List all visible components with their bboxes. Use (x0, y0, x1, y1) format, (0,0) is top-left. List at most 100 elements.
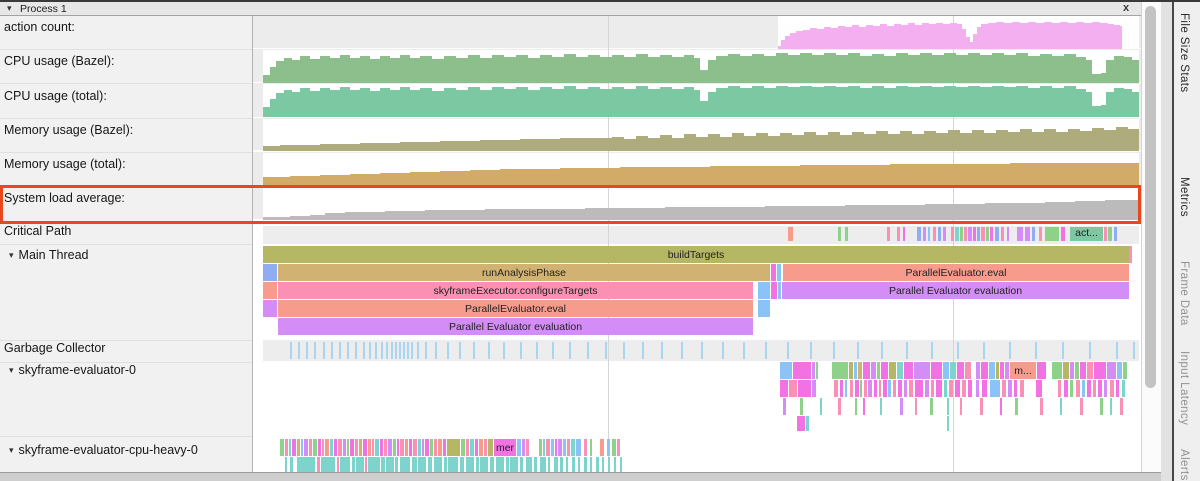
trace-slice[interactable] (780, 362, 792, 379)
trace-slice[interactable] (479, 439, 483, 456)
trace-slice[interactable] (996, 362, 999, 379)
trace-slice[interactable] (434, 457, 442, 472)
trace-slice[interactable] (806, 416, 809, 431)
trace-slice[interactable] (522, 439, 525, 456)
trace-slice[interactable] (546, 439, 550, 456)
trace-slice[interactable] (938, 227, 941, 241)
skyframe-evaluator-0-row-0[interactable]: m... (780, 362, 1127, 379)
trace-slice[interactable] (887, 227, 890, 241)
trace-slice[interactable] (356, 457, 364, 472)
trace-slice[interactable] (893, 380, 896, 397)
trace-slice[interactable] (395, 457, 398, 472)
vertical-scrollbar[interactable] (1141, 2, 1162, 472)
trace-slice[interactable] (343, 439, 346, 456)
trace-slice[interactable] (849, 362, 853, 379)
trace-slice[interactable] (418, 439, 421, 456)
trace-slice[interactable] (864, 380, 867, 397)
trace-slice[interactable] (1107, 362, 1116, 379)
trace-slice[interactable] (572, 457, 575, 472)
trace-slice[interactable] (400, 457, 410, 472)
trace-slice[interactable] (1007, 227, 1009, 241)
trace-slice[interactable] (466, 457, 474, 472)
trace-slice[interactable] (838, 227, 841, 241)
trace-slice[interactable] (1108, 227, 1112, 241)
main-thread-row-4[interactable]: Parallel Evaluator evaluation (278, 318, 753, 335)
trace-slice[interactable] (832, 362, 848, 379)
trace-slice[interactable] (812, 362, 815, 379)
trace-slice[interactable] (903, 227, 905, 241)
trace-slice[interactable] (888, 380, 891, 397)
trace-slice[interactable] (602, 457, 604, 472)
trace-slice[interactable] (868, 380, 872, 397)
trace-slice[interactable] (898, 380, 902, 397)
trace-slice[interactable] (1008, 380, 1012, 397)
trace-slice[interactable] (461, 439, 465, 456)
tab-alerts[interactable]: Alerts (1178, 449, 1190, 481)
trace-slice[interactable] (960, 227, 963, 241)
trace-slice[interactable] (855, 380, 859, 397)
trace-slice[interactable] (798, 380, 811, 397)
trace-slice[interactable] (386, 457, 394, 472)
trace-slice[interactable] (943, 362, 949, 379)
trace-slice[interactable] (949, 380, 953, 397)
trace-slice[interactable] (447, 439, 460, 456)
trace-slice[interactable] (368, 457, 380, 472)
trace-slice[interactable] (1070, 380, 1073, 397)
trace-slice[interactable] (881, 362, 888, 379)
trace-slice[interactable] (350, 439, 354, 456)
trace-slice[interactable] (566, 457, 568, 472)
trace-slice[interactable] (789, 380, 797, 397)
trace-slice[interactable] (923, 227, 926, 241)
trace-slice[interactable] (976, 380, 979, 397)
trace-slice[interactable] (526, 439, 529, 456)
trace-slice[interactable] (879, 380, 881, 397)
trace-slice[interactable] (430, 439, 433, 456)
trace-slice[interactable] (590, 439, 592, 456)
trace-slice[interactable] (607, 439, 610, 456)
trace-slice[interactable] (355, 439, 358, 456)
trace-slice[interactable] (1100, 398, 1103, 415)
trace-slice[interactable] (444, 457, 447, 472)
trace-slice[interactable] (845, 380, 847, 397)
trace-slice[interactable] (409, 439, 412, 456)
trace-slice[interactable] (292, 439, 296, 456)
trace-slice[interactable] (263, 264, 277, 281)
trace-slice[interactable] (280, 439, 284, 456)
trace-slice[interactable] (771, 264, 776, 281)
trace-slice[interactable] (914, 362, 930, 379)
trace-slice[interactable] (520, 457, 523, 472)
trace-slice[interactable] (860, 380, 862, 397)
trace-slice[interactable] (263, 300, 277, 317)
trace-slice[interactable] (425, 439, 429, 456)
trace-slice[interactable] (480, 457, 488, 472)
trace-slice[interactable] (368, 439, 371, 456)
track-label-main-thread[interactable]: ▾Main Thread (9, 248, 88, 262)
process-close-button[interactable]: x (1123, 2, 1129, 15)
trace-slice[interactable] (758, 300, 770, 317)
main-thread-row-0[interactable]: buildTargets (263, 246, 1132, 263)
trace-slice[interactable] (543, 439, 545, 456)
trace-slice[interactable] (1104, 380, 1107, 397)
trace-slice[interactable] (1025, 227, 1030, 241)
trace-slice[interactable] (968, 227, 972, 241)
trace-slice[interactable] (930, 398, 933, 415)
trace-slice[interactable] (413, 439, 417, 456)
trace-slice[interactable] (600, 439, 604, 456)
trace-slice[interactable] (1001, 227, 1004, 241)
trace-slice[interactable] (620, 457, 622, 472)
trace-slice[interactable] (476, 457, 479, 472)
trace-slice[interactable] (783, 398, 786, 415)
trace-slice[interactable] (800, 398, 803, 415)
trace-slice[interactable] (1036, 380, 1042, 397)
trace-slice[interactable] (990, 227, 993, 241)
trace-slice[interactable] (925, 380, 929, 397)
tab-frame-data[interactable]: Frame Data (1178, 261, 1190, 326)
trace-slice[interactable] (838, 398, 841, 415)
trace-slice[interactable] (1039, 227, 1042, 241)
trace-slice[interactable] (933, 227, 936, 241)
track-label-skyframe-evaluator-cpu-heavy-0[interactable]: ▾skyframe-evaluator-cpu-heavy-0 (9, 443, 198, 457)
trace-slice[interactable] (1076, 380, 1080, 397)
trace-slice[interactable] (758, 282, 770, 299)
trace-slice[interactable] (931, 380, 934, 397)
trace-slice[interactable] (263, 282, 277, 299)
